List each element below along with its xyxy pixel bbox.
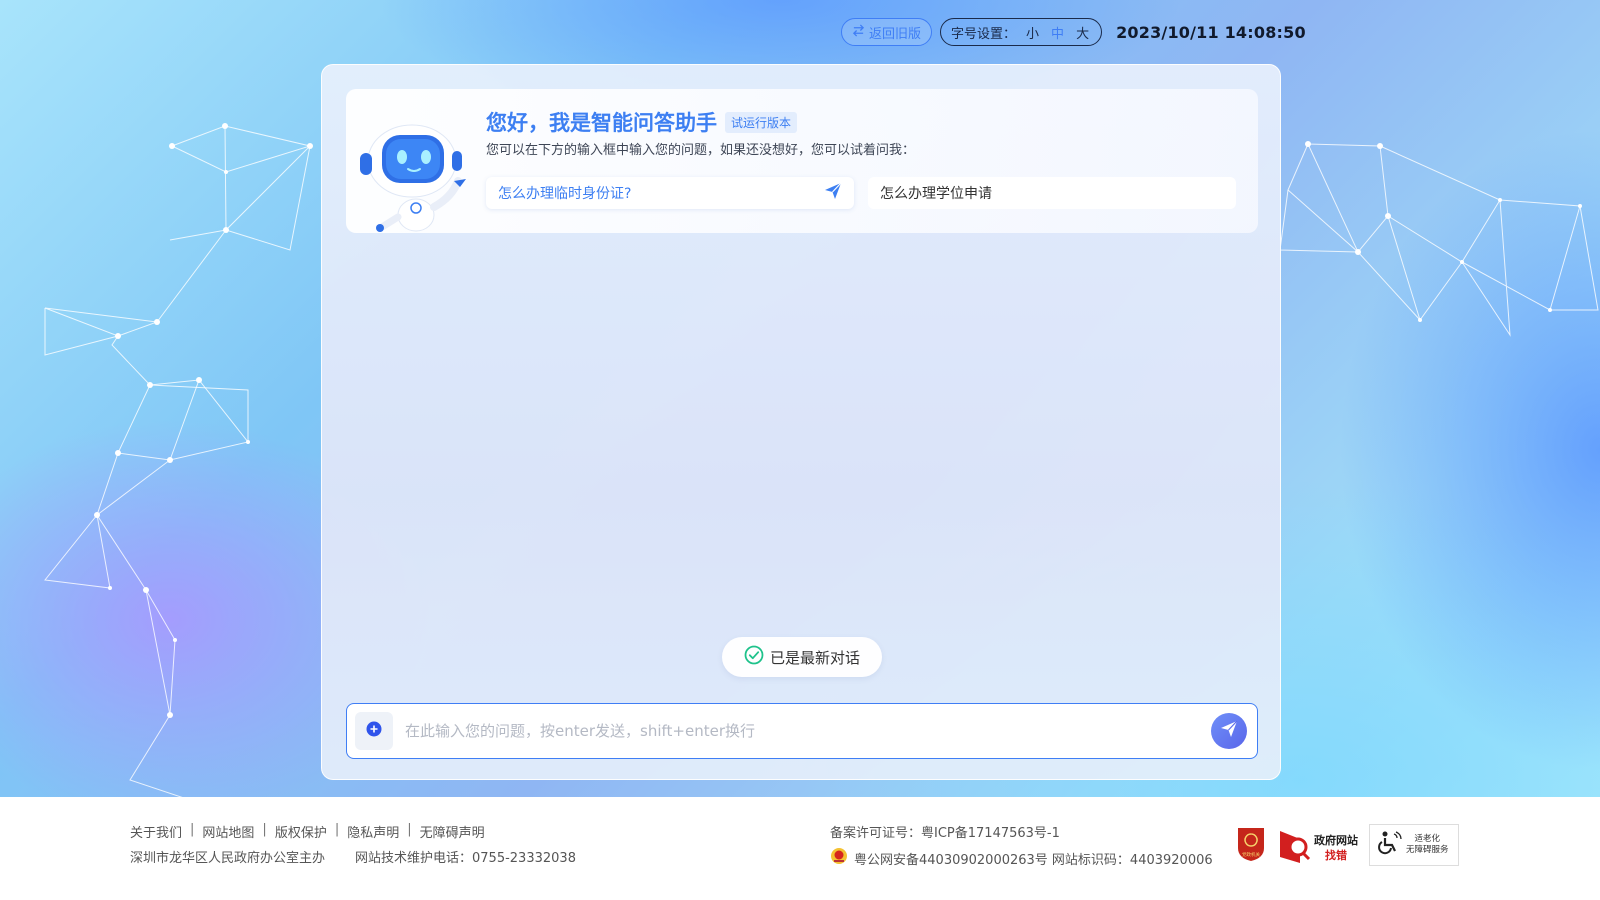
robot-mascot-icon	[360, 124, 466, 232]
footer-links: 关于我们 | 网站地图 | 版权保护 | 隐私声明 | 无障碍声明	[130, 822, 485, 841]
network-decoration-left	[44, 123, 313, 797]
wheelchair-icon	[1376, 830, 1402, 860]
top-toolbar: 返回旧版 字号设置： 小 中 大 2023/10/11 14:08:50	[841, 18, 1306, 46]
footer-info: 深圳市龙华区人民政府办公室主办 网站技术维护电话：0755-23332038	[130, 847, 576, 866]
font-size-label: 字号设置：	[951, 26, 1017, 42]
send-button[interactable]	[1211, 713, 1247, 749]
return-old-version-label: 返回旧版	[869, 26, 922, 42]
welcome-title-row: 您好，我是智能问答助手 试运行版本	[486, 107, 798, 137]
suggested-question-label: 怎么办理学位申请	[880, 186, 992, 202]
font-size-large-option[interactable]: 大	[1074, 23, 1091, 42]
footer-link-copyright[interactable]: 版权保护	[275, 822, 327, 841]
font-size-setting: 字号设置： 小 中 大	[940, 18, 1103, 46]
footer-link-accessibility[interactable]: 无障碍声明	[420, 822, 485, 841]
paper-plane-icon	[1220, 720, 1238, 742]
gov-site-error-report-badge[interactable]: 政府网站 找错	[1278, 827, 1362, 865]
tech-support-text: 网站技术维护电话：0755-23332038	[355, 851, 576, 866]
network-decoration-right	[1280, 141, 1599, 337]
return-old-version-button[interactable]: 返回旧版	[841, 18, 933, 46]
footer-link-sitemap[interactable]: 网站地图	[202, 822, 254, 841]
question-input[interactable]	[405, 722, 1211, 740]
gov-site-error-sub: 找错	[1325, 848, 1347, 862]
font-size-small-option[interactable]: 小	[1024, 23, 1041, 42]
public-security-text: 粤公网安备44030902000263号 网站标识码：4403920006	[854, 852, 1213, 868]
suggested-question-label: 怎么办理临时身份证?	[498, 186, 632, 202]
footer-link-privacy[interactable]: 隐私声明	[347, 822, 399, 841]
sponsor-text: 深圳市龙华区人民政府办公室主办	[130, 851, 326, 866]
footer-link-about[interactable]: 关于我们	[130, 822, 182, 841]
check-circle-icon	[744, 645, 764, 669]
plus-circle-icon	[366, 721, 382, 741]
accessibility-badge-line2: 无障碍服务	[1406, 845, 1449, 855]
accessibility-badge-line1: 适老化	[1414, 834, 1441, 844]
party-government-label: 党政机关	[1242, 851, 1260, 858]
font-size-medium-option[interactable]: 中	[1049, 23, 1066, 42]
latest-conversation-indicator: 已是最新对话	[722, 637, 882, 677]
accessibility-badge-text: 适老化 无障碍服务	[1406, 834, 1449, 856]
latest-conversation-label: 已是最新对话	[769, 648, 860, 667]
question-input-box	[346, 703, 1258, 759]
suggested-question-2[interactable]: 怎么办理学位申请	[868, 177, 1236, 209]
paper-plane-icon	[824, 182, 842, 204]
chat-panel: 您好，我是智能问答助手 试运行版本 您可以在下方的输入框中输入您的问题，如果还没…	[321, 64, 1281, 780]
swap-icon	[852, 23, 865, 41]
suggested-question-1[interactable]: 怎么办理临时身份证?	[486, 177, 854, 209]
welcome-card: 您好，我是智能问答助手 试运行版本 您可以在下方的输入框中输入您的问题，如果还没…	[346, 89, 1258, 233]
elderly-accessibility-badge[interactable]: 适老化 无障碍服务	[1369, 824, 1459, 866]
add-attachment-button[interactable]	[355, 712, 393, 750]
public-security-record[interactable]: 粤公网安备44030902000263号 网站标识码：4403920006	[830, 847, 1213, 869]
gov-site-error-title: 政府网站	[1314, 833, 1358, 847]
site-footer: 关于我们 | 网站地图 | 版权保护 | 隐私声明 | 无障碍声明 深圳市龙华区人民政府…	[0, 797, 1600, 900]
trial-version-badge: 试运行版本	[725, 111, 798, 133]
police-emblem-icon	[830, 847, 848, 869]
welcome-subtitle: 您可以在下方的输入框中输入您的问题，如果还没想好，您可以试着问我：	[486, 143, 916, 158]
party-government-badge[interactable]: 党政机关	[1236, 826, 1266, 862]
welcome-title: 您好，我是智能问答助手	[486, 111, 717, 135]
icp-record[interactable]: 备案许可证号：粤ICP备17147563号-1	[830, 822, 1060, 841]
datetime-display: 2023/10/11 14:08:50	[1116, 22, 1306, 42]
